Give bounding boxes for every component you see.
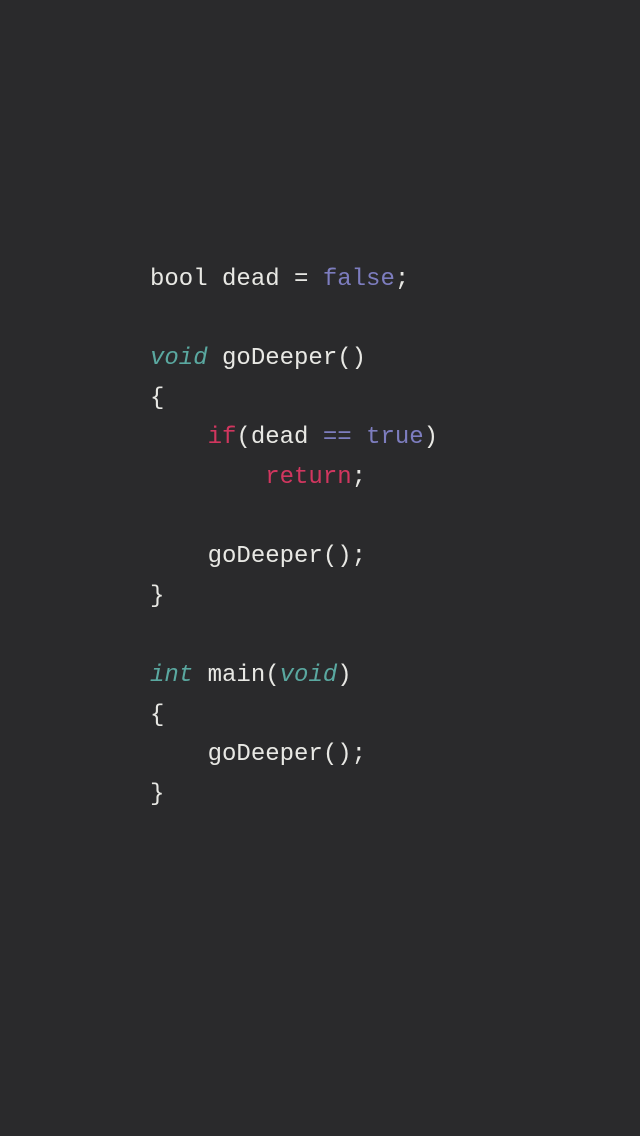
function-call-godeeper: goDeeper() xyxy=(208,741,352,768)
close-brace: } xyxy=(150,781,164,808)
identifier-dead: dead xyxy=(251,424,309,451)
close-brace: } xyxy=(150,583,164,610)
type-keyword-void: void xyxy=(150,345,208,372)
open-brace: { xyxy=(150,385,164,412)
semicolon: ; xyxy=(395,266,409,293)
keyword-if: if xyxy=(208,424,237,451)
function-name-godeeper: goDeeper xyxy=(222,345,337,372)
semicolon: ; xyxy=(352,741,366,768)
open-paren: ( xyxy=(265,662,279,689)
assign-operator: = xyxy=(294,266,308,293)
semicolon: ; xyxy=(352,543,366,570)
function-call-godeeper: goDeeper() xyxy=(208,543,352,570)
keyword-return: return xyxy=(265,464,351,491)
open-paren: ( xyxy=(236,424,250,451)
code-snippet: bool dead = false; void goDeeper() { if(… xyxy=(150,260,438,814)
close-paren: ) xyxy=(424,424,438,451)
equality-operator: == xyxy=(323,424,352,451)
literal-false: false xyxy=(323,266,395,293)
close-paren: ) xyxy=(337,662,351,689)
literal-true: true xyxy=(366,424,424,451)
type-keyword-int: int xyxy=(150,662,193,689)
open-brace: { xyxy=(150,702,164,729)
parentheses: () xyxy=(337,345,366,372)
void-parameter: void xyxy=(280,662,338,689)
function-name-main: main xyxy=(208,662,266,689)
type-keyword-bool: bool xyxy=(150,266,208,293)
semicolon: ; xyxy=(352,464,366,491)
identifier-dead: dead xyxy=(222,266,280,293)
